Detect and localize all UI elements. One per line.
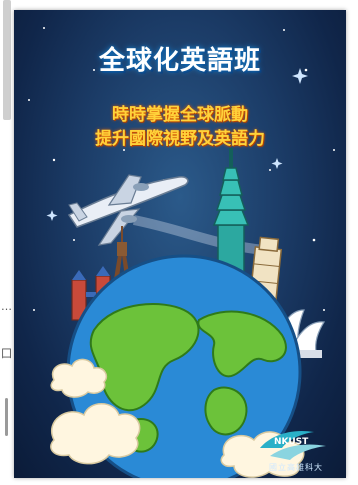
left-page-text-2: 囗 xyxy=(1,347,12,360)
logo-caption: 國立高雄科大 xyxy=(269,463,323,472)
poster-subtitle-line1: 時時掌握全球脈動 xyxy=(112,105,248,125)
poster-title: 全球化英語班 xyxy=(98,46,261,76)
poster: NKUST 全球化英語班 時時掌握全球脈動 提升國際視野及英語力 國立高雄科大 xyxy=(14,10,346,478)
left-page-edge xyxy=(3,0,11,120)
poster-illustration: NKUST xyxy=(28,27,335,478)
logo-mark: NKUST xyxy=(274,437,309,447)
left-page-text-1: … xyxy=(1,300,12,313)
left-page-fragment: … 囗 xyxy=(0,0,14,485)
poster-subtitle-line2: 提升國際視野及英語力 xyxy=(95,129,265,149)
left-page-mark xyxy=(5,398,8,436)
airplane-illustration xyxy=(67,174,189,246)
